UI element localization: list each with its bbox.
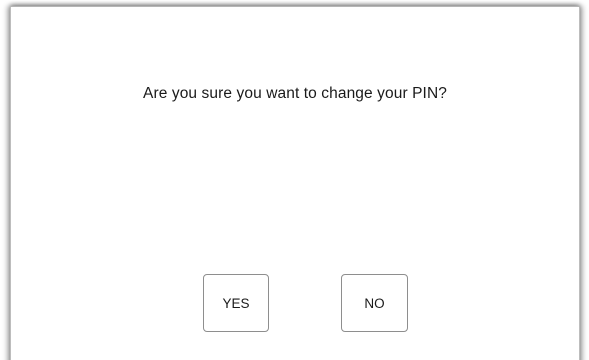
no-button-label: NO xyxy=(364,295,385,311)
yes-button-label: YES xyxy=(222,295,250,311)
no-button[interactable]: NO xyxy=(341,274,408,332)
confirm-dialog: Are you sure you want to change your PIN… xyxy=(10,6,580,360)
screen: Are you sure you want to change your PIN… xyxy=(0,0,589,360)
dialog-message: Are you sure you want to change your PIN… xyxy=(143,85,447,102)
yes-button[interactable]: YES xyxy=(203,274,269,332)
